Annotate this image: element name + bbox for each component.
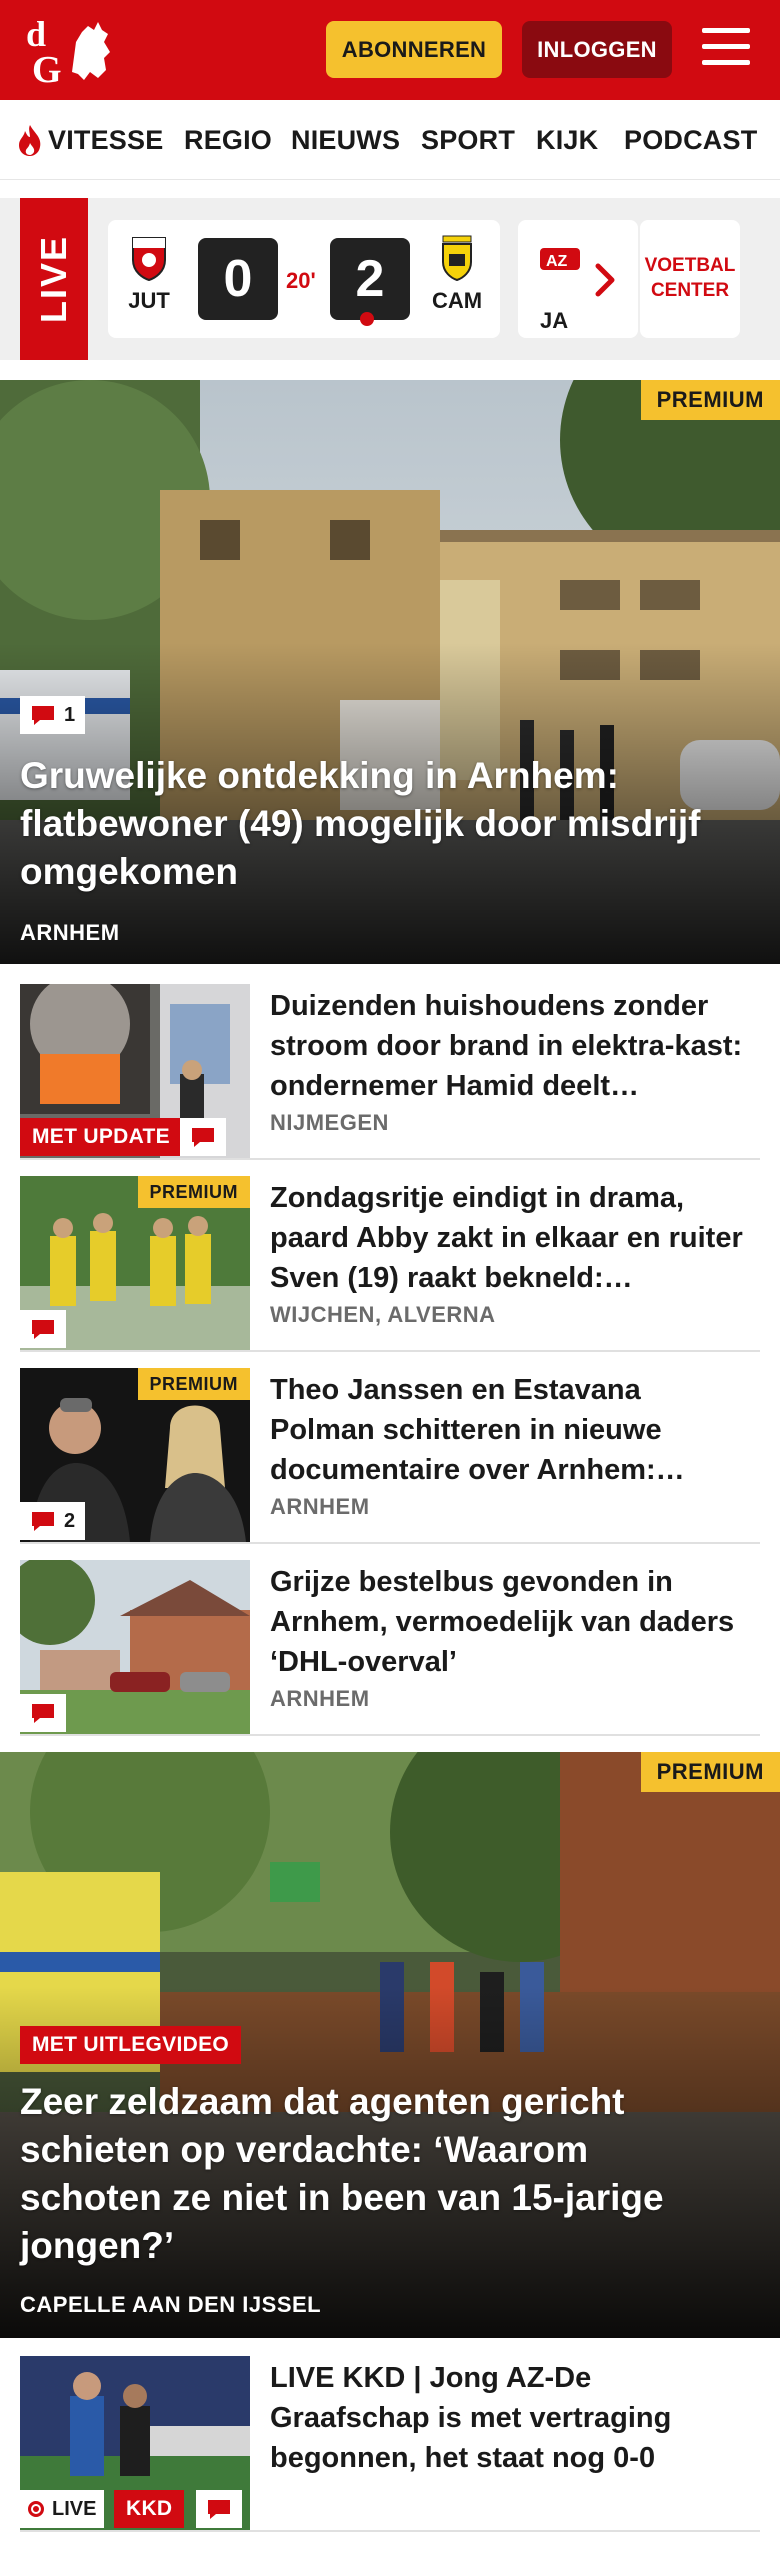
update-label: MET UPDATE — [20, 1118, 182, 1156]
hero-article[interactable]: PREMIUM 1 Gruwelijke ontdekking in Arnhe… — [0, 380, 780, 964]
live-dot-icon — [28, 2501, 44, 2517]
match-card[interactable]: JUT 0 20' 2 CAM — [108, 220, 500, 338]
menu-icon[interactable] — [702, 28, 750, 70]
comment-icon — [32, 706, 54, 725]
next-match-card[interactable]: AZ JA — [518, 220, 638, 338]
article-title[interactable]: Grijze bestelbus gevonden in Arnhem, ver… — [270, 1562, 750, 1682]
list-item[interactable]: MET UPDATE Duizenden huishoudens zonder … — [20, 984, 760, 1160]
next-team-code: JA — [540, 308, 569, 333]
hero-title[interactable]: Gruwelijke ontdekking in Arnhem: flatbew… — [20, 752, 740, 896]
hero-article-2[interactable]: PREMIUM MET UITLEGVIDEO Zeer zeldzaam da… — [0, 1752, 780, 2338]
main-nav: VITESSE REGIO NIEUWS SPORT KIJK PODCAST — [0, 100, 780, 180]
hero-location: ARNHEM — [20, 920, 120, 945]
nav-item-nieuws[interactable]: NIEUWS — [291, 100, 400, 180]
home-team-code: JUT — [128, 288, 170, 313]
comment-badge[interactable] — [20, 1694, 66, 1732]
article-thumbnail: LIVE KKD — [20, 2356, 250, 2530]
svg-text:G: G — [32, 49, 62, 88]
comment-badge[interactable] — [20, 1310, 66, 1348]
comment-icon — [192, 1128, 214, 1147]
article-title[interactable]: Zondagsritje eindigt in drama, paard Abb… — [270, 1178, 750, 1298]
list-item[interactable]: PREMIUM Zondagsritje eindigt in drama, p… — [20, 1176, 760, 1352]
premium-badge: PREMIUM — [640, 1752, 780, 1792]
subscribe-button[interactable]: ABONNEREN — [326, 21, 502, 78]
logo[interactable]: d G — [24, 12, 116, 88]
list-item[interactable]: PREMIUM 2 Theo Janssen en Estavana Polma… — [20, 1368, 760, 1544]
login-button[interactable]: INLOGGEN — [522, 21, 672, 78]
comment-badge[interactable]: 2 — [20, 1502, 86, 1540]
live-label: LIVE — [20, 2490, 105, 2528]
article-title[interactable]: Theo Janssen en Estavana Polman schitter… — [270, 1370, 750, 1490]
comment-badge[interactable] — [180, 1118, 226, 1156]
home-crest-icon — [132, 237, 166, 282]
article-thumbnail: PREMIUM 2 — [20, 1368, 250, 1542]
comment-icon — [32, 1704, 54, 1723]
comment-count-badge[interactable]: 1 — [20, 696, 86, 734]
article-location: ARNHEM — [270, 1686, 370, 1711]
nav-item-regio[interactable]: REGIO — [184, 100, 272, 180]
article-thumbnail: PREMIUM — [20, 1176, 250, 1350]
live-tab[interactable]: LIVE — [20, 198, 88, 360]
article-location: WIJCHEN, ALVERNA — [270, 1302, 496, 1327]
comment-icon — [208, 2500, 230, 2519]
premium-badge: PREMIUM — [137, 1176, 250, 1208]
home-team: JUT — [114, 234, 184, 314]
nav-item-sport[interactable]: SPORT — [421, 100, 515, 180]
premium-badge: PREMIUM — [137, 1368, 250, 1400]
kkd-tag: KKD — [114, 2490, 185, 2528]
next-crest-icon: AZ — [540, 248, 580, 270]
comment-icon — [32, 1512, 54, 1531]
hero-location: CAPELLE AAN DEN IJSSEL — [20, 2292, 322, 2317]
away-crest-icon — [442, 235, 472, 282]
comment-icon — [32, 1320, 54, 1339]
hero-title[interactable]: Zeer zeldzaam dat agenten gericht schiet… — [20, 2078, 740, 2270]
comment-badge[interactable] — [196, 2490, 242, 2528]
home-score: 0 — [198, 238, 278, 320]
list-item[interactable]: Grijze bestelbus gevonden in Arnhem, ver… — [20, 1560, 760, 1736]
match-minute: 20' — [286, 268, 316, 293]
comment-count: 2 — [64, 1509, 76, 1532]
nav-item-kijk[interactable]: KIJK — [536, 100, 598, 180]
nav-item-vitesse[interactable]: VITESSE — [16, 100, 163, 180]
article-location: ARNHEM — [270, 1494, 370, 1519]
away-team: CAM — [422, 234, 492, 314]
article-location: NIJMEGEN — [270, 1110, 389, 1135]
svg-text:d: d — [26, 14, 46, 54]
voetbal-center-button[interactable]: VOETBAL CENTER — [640, 220, 740, 338]
chevron-right-icon[interactable] — [590, 262, 620, 298]
away-team-code: CAM — [431, 288, 483, 313]
goal-indicator — [360, 312, 374, 326]
article-title[interactable]: LIVE KKD | Jong AZ-De Graafschap is met … — [270, 2358, 750, 2478]
flame-icon — [19, 125, 41, 156]
list-item[interactable]: LIVE KKD LIVE KKD | Jong AZ-De Graafscha… — [20, 2356, 760, 2532]
site-header: d G ABONNEREN INLOGGEN — [0, 0, 780, 100]
article-thumbnail: MET UPDATE — [20, 984, 250, 1158]
live-scores-strip: LIVE JUT 0 20' 2 CAM AZ JA VOETBAL CENTE… — [0, 198, 780, 360]
video-label: MET UITLEGVIDEO — [20, 2026, 242, 2064]
article-thumbnail — [20, 1560, 250, 1734]
nav-label: VITESSE — [48, 124, 164, 155]
article-title[interactable]: Duizenden huishoudens zonder stroom door… — [270, 986, 750, 1106]
away-score: 2 — [330, 238, 410, 320]
nav-item-podcast[interactable]: PODCAST — [624, 100, 757, 180]
svg-text:AZ: AZ — [546, 253, 568, 270]
premium-badge: PREMIUM — [640, 380, 780, 420]
comment-count: 1 — [64, 703, 76, 726]
